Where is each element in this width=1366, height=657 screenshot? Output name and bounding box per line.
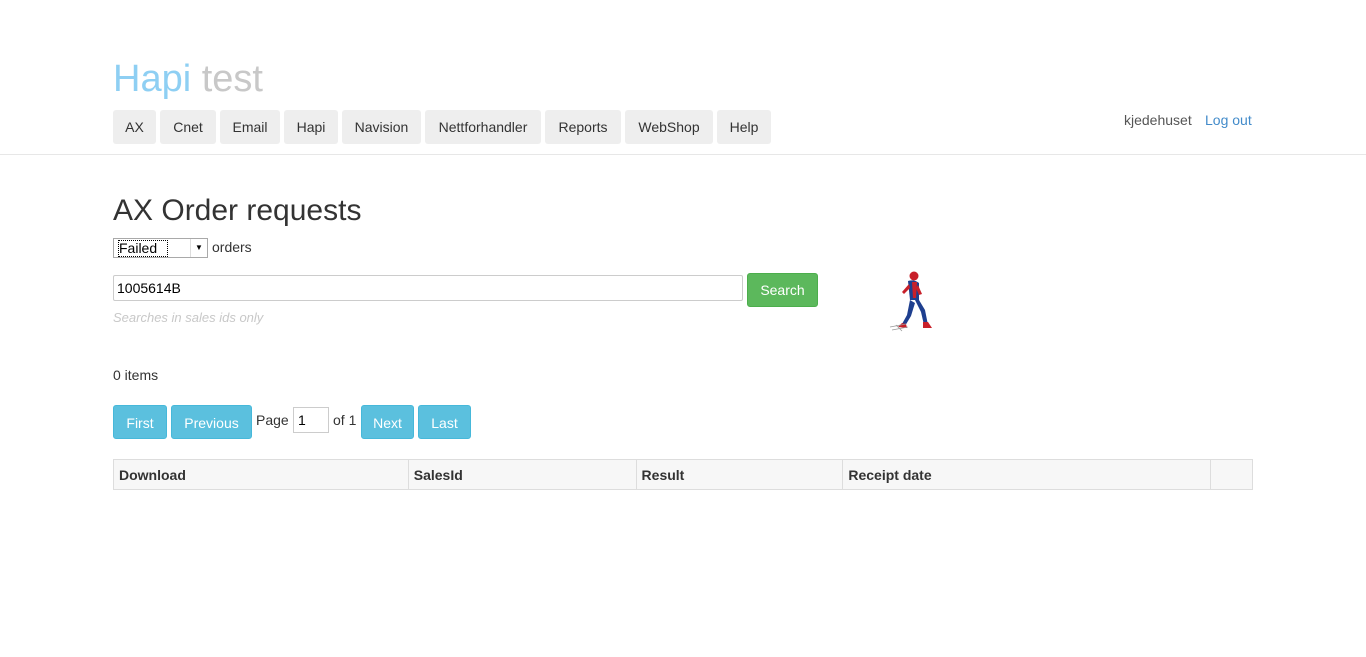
- nav-item-cnet[interactable]: Cnet: [160, 110, 216, 144]
- dropdown-arrow-icon: ▼: [190, 239, 207, 257]
- nav-item-hapi[interactable]: Hapi: [284, 110, 338, 144]
- order-status-select[interactable]: Failed ▼: [113, 238, 208, 258]
- order-requests-table: Download SalesId Result Receipt date: [113, 459, 1253, 490]
- page-label: Page: [256, 412, 289, 428]
- page-header: Hapi test AX Cnet Email Hapi Navision Ne…: [0, 0, 1366, 155]
- nav-item-email[interactable]: Email: [220, 110, 280, 144]
- last-page-button[interactable]: Last: [418, 405, 471, 439]
- search-hint: Searches in sales ids only: [113, 310, 264, 325]
- search-button[interactable]: Search: [747, 273, 818, 307]
- column-header-result[interactable]: Result: [635, 459, 844, 490]
- nav-item-ax[interactable]: AX: [113, 110, 156, 144]
- nav-item-help[interactable]: Help: [717, 110, 771, 144]
- column-header-actions: [1210, 459, 1253, 490]
- orders-label: orders: [212, 239, 252, 255]
- item-count: 0 items: [113, 367, 159, 383]
- order-status-value: Failed: [118, 240, 169, 257]
- page-title: AX Order requests: [113, 194, 362, 227]
- column-header-receipt-date[interactable]: Receipt date: [842, 459, 1211, 490]
- nav-item-navision[interactable]: Navision: [342, 110, 421, 144]
- spiderman-loading-icon: [889, 271, 932, 332]
- nav-item-nettforhandler[interactable]: Nettforhandler: [425, 110, 541, 144]
- column-header-salesid[interactable]: SalesId: [407, 459, 637, 490]
- logout-link[interactable]: Log out: [1205, 112, 1252, 128]
- brand-logo[interactable]: Hapi test: [113, 58, 263, 100]
- username: kjedehuset: [1124, 112, 1192, 128]
- sales-id-search-input[interactable]: [113, 275, 743, 301]
- table-header-row: Download SalesId Result Receipt date: [113, 459, 1253, 490]
- column-header-download[interactable]: Download: [113, 459, 409, 490]
- nav-item-webshop[interactable]: WebShop: [625, 110, 713, 144]
- next-page-button[interactable]: Next: [361, 405, 414, 439]
- nav-item-reports[interactable]: Reports: [545, 110, 621, 144]
- previous-page-button[interactable]: Previous: [171, 405, 252, 439]
- page-total-label: of 1: [333, 412, 357, 428]
- page-number-input[interactable]: [293, 407, 329, 433]
- first-page-button[interactable]: First: [113, 405, 167, 439]
- brand-env: test: [201, 58, 263, 100]
- brand-name: Hapi: [113, 58, 192, 100]
